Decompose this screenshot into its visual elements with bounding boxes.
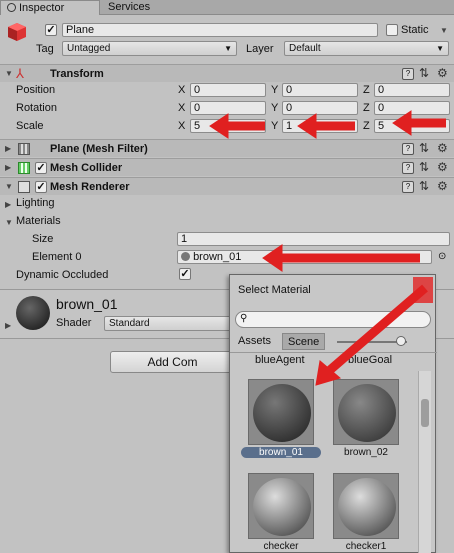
arrow-material bbox=[327, 284, 428, 374]
annotation-arrows bbox=[209, 110, 446, 386]
arrow-head bbox=[297, 113, 317, 139]
arrow-head bbox=[209, 113, 229, 139]
arrow-head bbox=[392, 110, 412, 136]
arrow-head bbox=[262, 244, 283, 272]
